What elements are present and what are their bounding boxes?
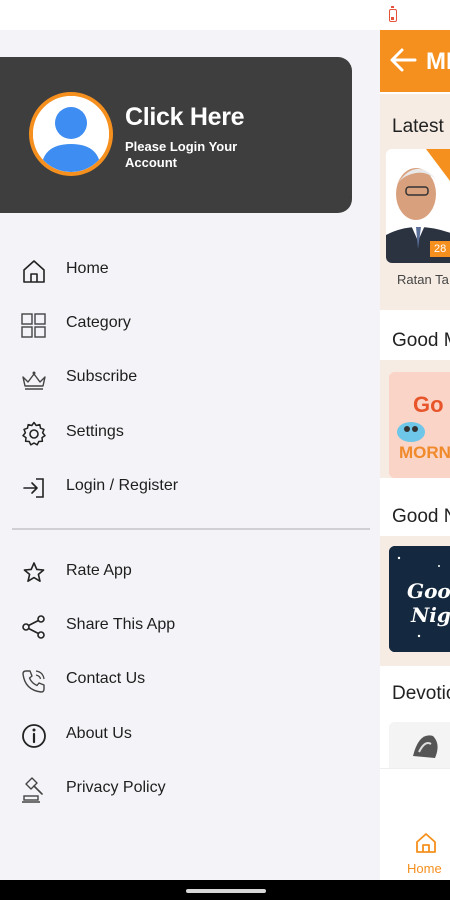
app-background-screen: MI Latest 28 D Ratan Ta Good M Go [380,30,450,880]
bottom-nav: Home [380,768,450,880]
menu-label: About Us [66,725,132,742]
home-tab-label[interactable]: Home [407,861,442,876]
menu-item-privacy-policy[interactable]: Privacy Policy [0,764,380,814]
menu-item-category[interactable]: Category [0,299,380,349]
star-icon [23,562,45,582]
status-bar [0,0,450,30]
good-night-card[interactable]: Goo Nig [389,546,450,652]
section-title: Devotio [392,683,450,704]
battery-low-icon [389,6,397,22]
good-morning-illustration: Go MORN [389,372,450,478]
menu-item-home[interactable]: Home [0,245,380,295]
gesture-handle[interactable] [186,889,266,893]
menu-item-rate-app[interactable]: Rate App [0,547,380,597]
svg-text:Nig: Nig [410,603,450,627]
svg-text:Goo: Goo [407,579,450,603]
section-title: Good N [392,506,450,527]
phone-icon [22,670,45,693]
system-nav-bar [0,880,450,900]
good-morning-card[interactable]: Go MORN [389,372,450,478]
section-latest: Latest 28 D Ratan Ta [380,94,450,310]
menu-label: Subscribe [66,368,138,385]
devotional-card[interactable] [389,722,450,772]
home-tab-icon[interactable] [414,831,438,855]
info-icon [22,724,46,748]
gavel-icon [22,777,43,803]
menu-label: Home [66,260,109,277]
menu-label: Privacy Policy [66,779,166,796]
menu-label: Category [66,314,131,331]
section-good-morning: Go MORN [380,360,450,478]
section-title: Latest [392,116,444,137]
share-icon [22,615,45,639]
date-badge: 28 D [430,241,450,257]
navigation-drawer: Click Here Please Login Your Account Hom… [0,30,380,882]
grid-icon [21,313,46,338]
profile-card[interactable]: Click Here Please Login Your Account [0,57,352,213]
good-night-illustration: Goo Nig [389,546,450,652]
app-header-title: MI [426,48,450,75]
menu-item-subscribe[interactable]: Subscribe [0,353,380,403]
menu-label: Rate App [66,562,132,579]
svg-text:Go: Go [413,392,444,417]
menu-item-login-register[interactable]: Login / Register [0,462,380,512]
menu-item-about-us[interactable]: About Us [0,710,380,760]
menu-item-contact-us[interactable]: Contact Us [0,655,380,705]
app-header: MI [380,30,450,92]
latest-card-image[interactable]: 28 D [386,149,450,263]
gear-icon [22,421,46,446]
crown-icon [22,371,46,390]
profile-title[interactable]: Click Here [125,103,245,132]
section-good-night: Goo Nig [380,536,450,666]
home-icon [23,260,45,283]
back-arrow-icon[interactable] [388,45,418,75]
profile-subtitle: Please Login Your Account [125,139,238,170]
menu-label: Settings [66,423,124,440]
menu-divider [12,528,370,530]
menu-item-settings[interactable]: Settings [0,408,380,458]
latest-card-caption: Ratan Ta [397,272,449,287]
devotional-illustration [389,722,450,772]
svg-text:MORN: MORN [399,443,450,462]
menu-label: Contact Us [66,670,146,687]
menu-item-share-app[interactable]: Share This App [0,601,380,651]
menu-label: Login / Register [66,477,179,494]
user-avatar-icon [29,92,113,176]
login-icon [23,478,44,498]
section-title: Good M [392,330,450,351]
menu-label: Share This App [66,616,176,633]
